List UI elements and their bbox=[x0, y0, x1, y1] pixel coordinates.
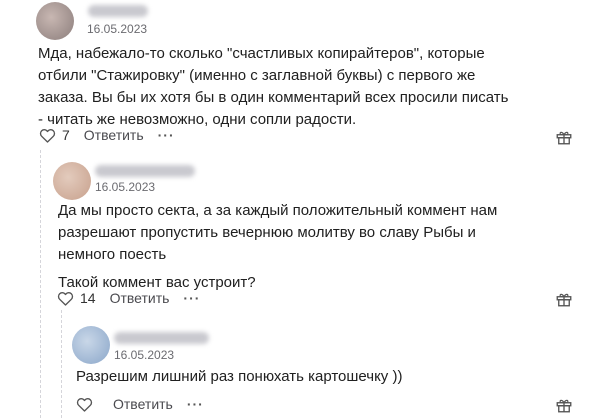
comment-text-line: Да мы просто секта, а за каждый положите… bbox=[58, 202, 498, 219]
more-options-button[interactable]: ··· bbox=[158, 127, 175, 143]
more-options-button[interactable]: ··· bbox=[183, 290, 200, 306]
comment-date: 16.05.2023 bbox=[87, 22, 148, 36]
avatar[interactable] bbox=[36, 2, 74, 40]
author-name[interactable] bbox=[95, 165, 195, 177]
author-name[interactable] bbox=[88, 5, 148, 17]
comment-text: Мда, набежало-то сколько "счастливых коп… bbox=[38, 43, 558, 131]
comment-text: Да мы просто секта, а за каждый положите… bbox=[58, 200, 568, 294]
like-button[interactable] bbox=[76, 397, 99, 412]
reply-button[interactable]: Ответить bbox=[84, 127, 144, 143]
comment-1: 16.05.2023 Мда, набежало-то сколько "сча… bbox=[0, 0, 600, 150]
comment-text: Разрешим лишний раз понюхать картошечку … bbox=[76, 366, 556, 388]
author-name[interactable] bbox=[114, 332, 209, 344]
avatar[interactable] bbox=[72, 326, 110, 364]
comment-text-line: Разрешим лишний раз понюхать картошечку … bbox=[76, 368, 403, 385]
comment-date: 16.05.2023 bbox=[95, 180, 156, 194]
like-button[interactable]: 14 bbox=[57, 290, 96, 306]
avatar[interactable] bbox=[53, 162, 91, 200]
heart-outline-icon bbox=[57, 291, 74, 306]
gift-icon[interactable] bbox=[555, 290, 573, 308]
comment-date: 16.05.2023 bbox=[114, 348, 175, 362]
gift-icon[interactable] bbox=[555, 396, 573, 414]
reply-button[interactable]: Ответить bbox=[110, 290, 170, 306]
comment-3: 16.05.2023 Разрешим лишний раз понюхать … bbox=[0, 310, 600, 418]
comment-text-line: заказа. Вы бы их хотя бы в один коммента… bbox=[38, 89, 509, 106]
like-count: 7 bbox=[62, 127, 70, 143]
reply-button[interactable]: Ответить bbox=[113, 396, 173, 412]
heart-outline-icon bbox=[39, 128, 56, 143]
comment-actions: 7 Ответить ··· bbox=[39, 127, 175, 143]
more-options-button[interactable]: ··· bbox=[187, 396, 204, 412]
comment-text-line: Мда, набежало-то сколько "счастливых коп… bbox=[38, 45, 485, 62]
comment-actions: 14 Ответить ··· bbox=[57, 290, 200, 306]
comment-actions: Ответить ··· bbox=[76, 396, 204, 412]
comment-text-line: разрешают пропустить вечернюю молитву во… bbox=[58, 224, 476, 241]
like-count: 14 bbox=[80, 290, 96, 306]
comment-2: 16.05.2023 Да мы просто секта, а за кажд… bbox=[0, 150, 600, 310]
comment-text-line: отбили "Стажировку" (именно с заглавной … bbox=[38, 67, 476, 84]
comment-text-line: немного поесть bbox=[58, 246, 167, 263]
like-button[interactable]: 7 bbox=[39, 127, 70, 143]
gift-icon[interactable] bbox=[555, 128, 573, 146]
heart-outline-icon bbox=[76, 397, 93, 412]
